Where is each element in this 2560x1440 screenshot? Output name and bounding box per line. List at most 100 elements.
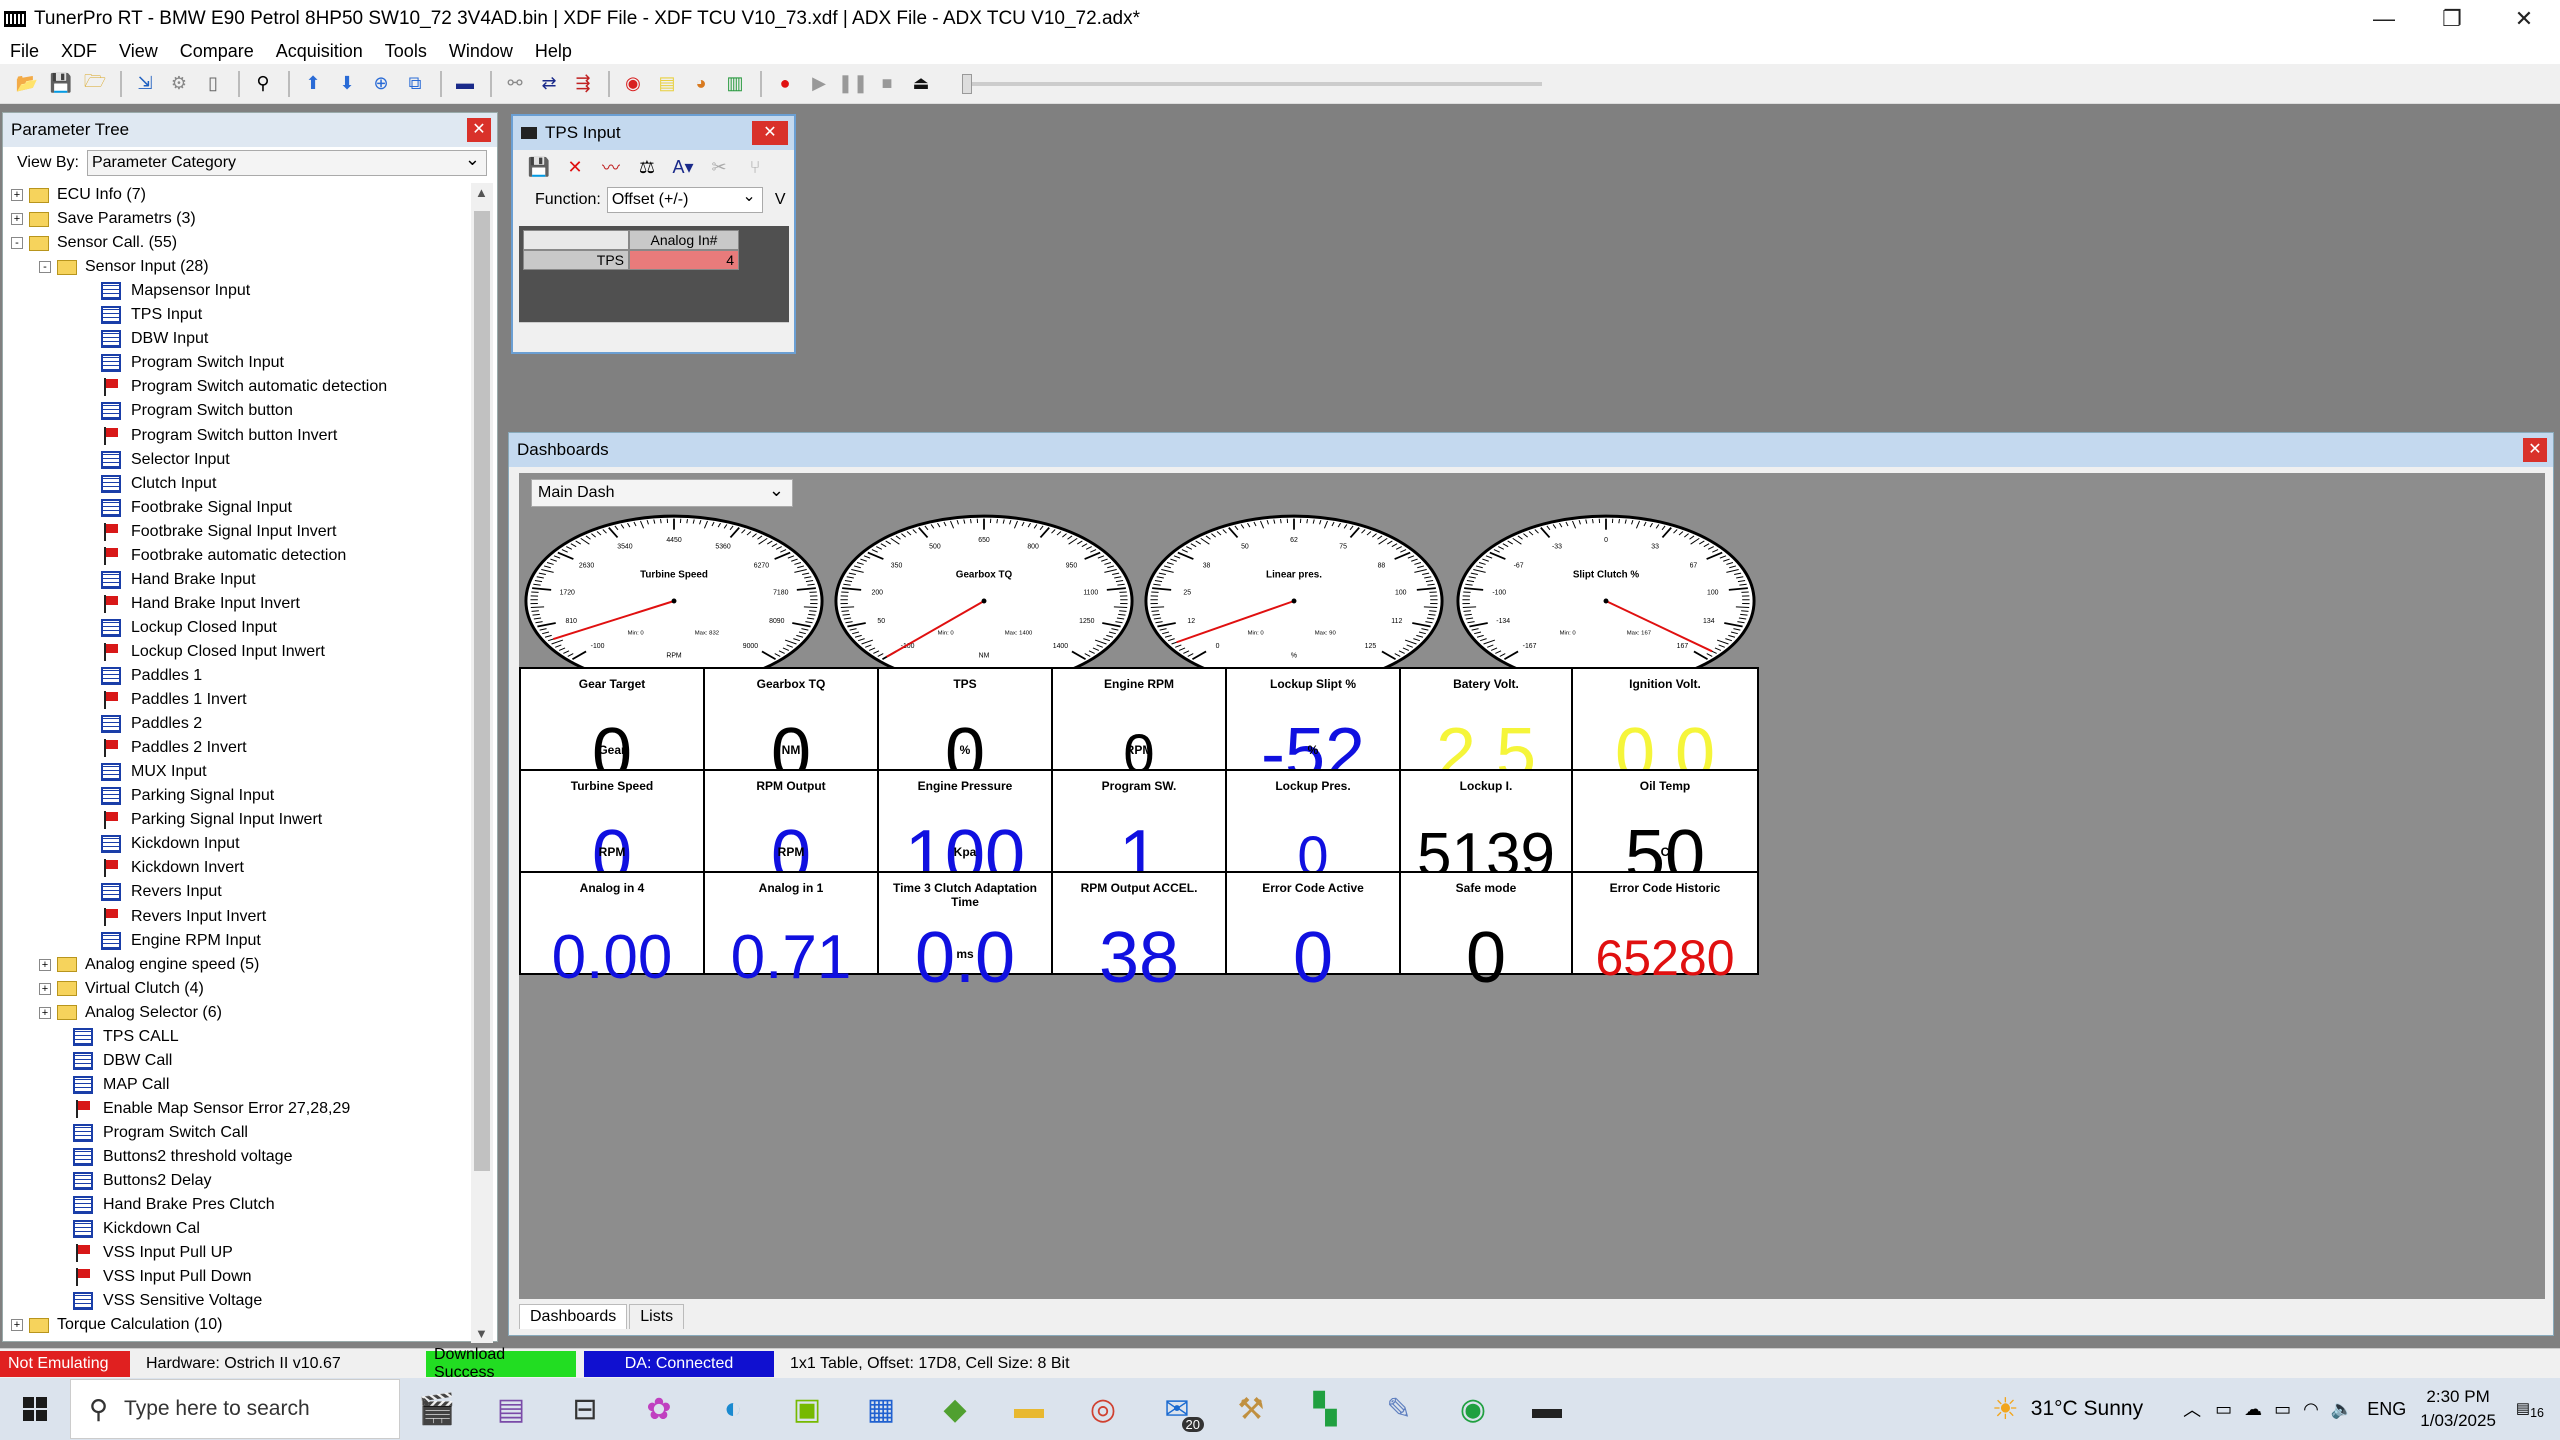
tree-folder[interactable]: + ECU Info (7)	[11, 183, 146, 207]
tree-folder[interactable]: + Save Parametrs (3)	[11, 207, 196, 231]
minimize-button[interactable]: —	[2350, 0, 2418, 38]
scroll-down-icon[interactable]: ▼	[475, 1326, 488, 1341]
tree-parameter[interactable]: Kickdown Input	[101, 832, 240, 856]
tree-parameter[interactable]: Hand Brake Input Invert	[101, 592, 300, 616]
chip-icon[interactable]: ▬	[452, 71, 478, 97]
download-icon[interactable]: ⊕	[368, 71, 394, 97]
filter-icon[interactable]: ⑂	[741, 154, 769, 180]
menu-help[interactable]: Help	[535, 41, 572, 62]
tree-parameter[interactable]: Paddles 1	[101, 664, 202, 688]
properties-icon[interactable]: ⚲	[250, 71, 276, 97]
file-explorer-icon[interactable]: ▬	[1004, 1384, 1054, 1434]
compare-scale-icon[interactable]: ⚖	[633, 154, 661, 180]
note-icon[interactable]: ▤	[654, 71, 680, 97]
tree-parameter[interactable]: Revers Input	[101, 880, 222, 904]
tree-parameter[interactable]: DBW Call	[73, 1049, 172, 1073]
tree-parameter[interactable]: Engine RPM Input	[101, 929, 261, 953]
collapse-icon[interactable]: -	[39, 261, 51, 274]
tree-folder[interactable]: - Sensor Input (28)	[39, 255, 209, 279]
volume-icon[interactable]: 🔈	[2331, 1399, 2353, 1420]
expand-icon[interactable]: +	[11, 189, 23, 201]
tree-folder[interactable]: + Torque Calculation (10)	[11, 1313, 222, 1337]
save-icon[interactable]: 💾	[525, 154, 553, 180]
function-select[interactable]: Offset (+/-)	[606, 186, 763, 213]
clock[interactable]: 2:30 PM 1/03/2025	[2420, 1385, 2496, 1433]
tree-parameter[interactable]: Paddles 1 Invert	[101, 688, 247, 712]
tree-parameter[interactable]: Parking Signal Input	[101, 784, 274, 808]
taskbar-search[interactable]: ⚲ Type here to search	[70, 1379, 400, 1439]
tunerpro-taskbar-icon[interactable]: ▬	[1522, 1384, 1572, 1434]
tree-parameter[interactable]: Hand Brake Input	[101, 568, 256, 592]
notification-icon[interactable]: ▤16	[2516, 1399, 2544, 1420]
tree-parameter[interactable]: Buttons2 threshold voltage	[73, 1145, 292, 1169]
stop-icon[interactable]: ■	[874, 71, 900, 97]
dashboards-close-button[interactable]: ✕	[2523, 438, 2547, 462]
record-icon[interactable]: ●	[772, 71, 798, 97]
tree-parameter[interactable]: Revers Input Invert	[101, 905, 266, 929]
tree-parameter[interactable]: VSS Sensitive Voltage	[73, 1289, 262, 1313]
restore-button[interactable]: ❐	[2418, 0, 2486, 38]
import-icon[interactable]: ⇲	[132, 71, 158, 97]
notes-app-icon[interactable]: ▤	[486, 1384, 536, 1434]
arrow-down-icon[interactable]: ⬇	[334, 71, 360, 97]
bar-chart-icon[interactable]: ▥	[722, 71, 748, 97]
tab-dashboards[interactable]: Dashboards	[519, 1304, 628, 1329]
tree-parameter[interactable]: Kickdown Invert	[101, 856, 244, 880]
tree-parameter[interactable]: Selector Input	[101, 448, 230, 472]
parameter-tree-close-button[interactable]: ✕	[467, 118, 491, 142]
link-icon[interactable]: ⚯	[502, 71, 528, 97]
menu-tools[interactable]: Tools	[385, 41, 427, 62]
tree-folder[interactable]: - Sensor Call. (55)	[11, 231, 177, 255]
open-xdf-icon[interactable]: 🗁	[82, 71, 108, 97]
tree-parameter[interactable]: Program Switch Call	[73, 1121, 248, 1145]
tree-parameter[interactable]: Paddles 2	[101, 712, 202, 736]
tree-parameter[interactable]: Program Switch button	[101, 399, 293, 423]
tool-app-icon[interactable]: ⚒	[1226, 1384, 1276, 1434]
expand-icon[interactable]: +	[11, 213, 23, 226]
nvidia-icon[interactable]: ▣	[782, 1384, 832, 1434]
start-button[interactable]	[0, 1397, 70, 1421]
expand-icon[interactable]: +	[39, 958, 51, 971]
slider-thumb[interactable]	[962, 73, 972, 94]
graph-icon[interactable]: 〰	[597, 154, 625, 180]
expand-icon[interactable]: +	[39, 1006, 51, 1019]
tab-lists[interactable]: Lists	[629, 1304, 685, 1329]
tree-parameter[interactable]: Program Switch automatic detection	[101, 375, 387, 399]
tree-parameter[interactable]: MUX Input	[101, 760, 207, 784]
tree-parameter[interactable]: Buttons2 Delay	[73, 1169, 212, 1193]
tree-parameter[interactable]: Footbrake automatic detection	[101, 544, 346, 568]
edge-icon[interactable]: ◐	[708, 1384, 758, 1434]
tree-parameter[interactable]: Footbrake Signal Input Invert	[101, 520, 336, 544]
tree-parameter[interactable]: Program Switch Input	[101, 351, 284, 375]
tree-parameter[interactable]: Program Switch button Invert	[101, 424, 337, 448]
tree-parameter[interactable]: Clutch Input	[101, 472, 216, 496]
dashboard-select[interactable]: Main Dash	[531, 479, 793, 507]
tree-folder[interactable]: + Analog engine speed (5)	[39, 953, 259, 977]
tree-parameter[interactable]: MAP Call	[73, 1073, 169, 1097]
tree-parameter[interactable]: VSS Input Pull UP	[73, 1241, 233, 1265]
copilot-icon[interactable]: ✿	[634, 1384, 684, 1434]
clapper-app-icon[interactable]: 🎬	[412, 1384, 462, 1434]
copy-icon[interactable]: ⧉	[402, 71, 428, 97]
cut-icon[interactable]: ✂	[705, 154, 733, 180]
tree-parameter[interactable]: Mapsensor Input	[101, 279, 250, 303]
arrow-up-icon[interactable]: ⬆	[300, 71, 326, 97]
sheets-app-icon[interactable]: ▚	[1300, 1384, 1350, 1434]
task-view-icon[interactable]: ⊟	[560, 1384, 610, 1434]
play-icon[interactable]: ▶	[806, 71, 832, 97]
onedrive-icon[interactable]: ☁	[2244, 1399, 2262, 1420]
tree-parameter[interactable]: Enable Map Sensor Error 27,28,29	[73, 1097, 350, 1121]
paint-app-icon[interactable]: ✎	[1374, 1384, 1424, 1434]
font-color-icon[interactable]: A▾	[669, 154, 697, 180]
tree-parameter[interactable]: Footbrake Signal Input	[101, 496, 292, 520]
expand-icon[interactable]: +	[11, 1319, 23, 1332]
playback-slider[interactable]	[962, 73, 1542, 94]
tree-parameter[interactable]: Lockup Closed Input	[101, 616, 277, 640]
delete-icon[interactable]: ✕	[561, 154, 589, 180]
language-indicator[interactable]: ENG	[2367, 1399, 2406, 1420]
meet-icon[interactable]: ▭	[2215, 1399, 2232, 1420]
weather-widget[interactable]: ☀ 31°C Sunny	[1992, 1392, 2143, 1427]
scroll-up-icon[interactable]: ▲	[475, 185, 488, 200]
outlook-icon[interactable]: ✉ 20	[1152, 1384, 1204, 1434]
tree-parameter[interactable]: Kickdown Cal	[73, 1217, 200, 1241]
